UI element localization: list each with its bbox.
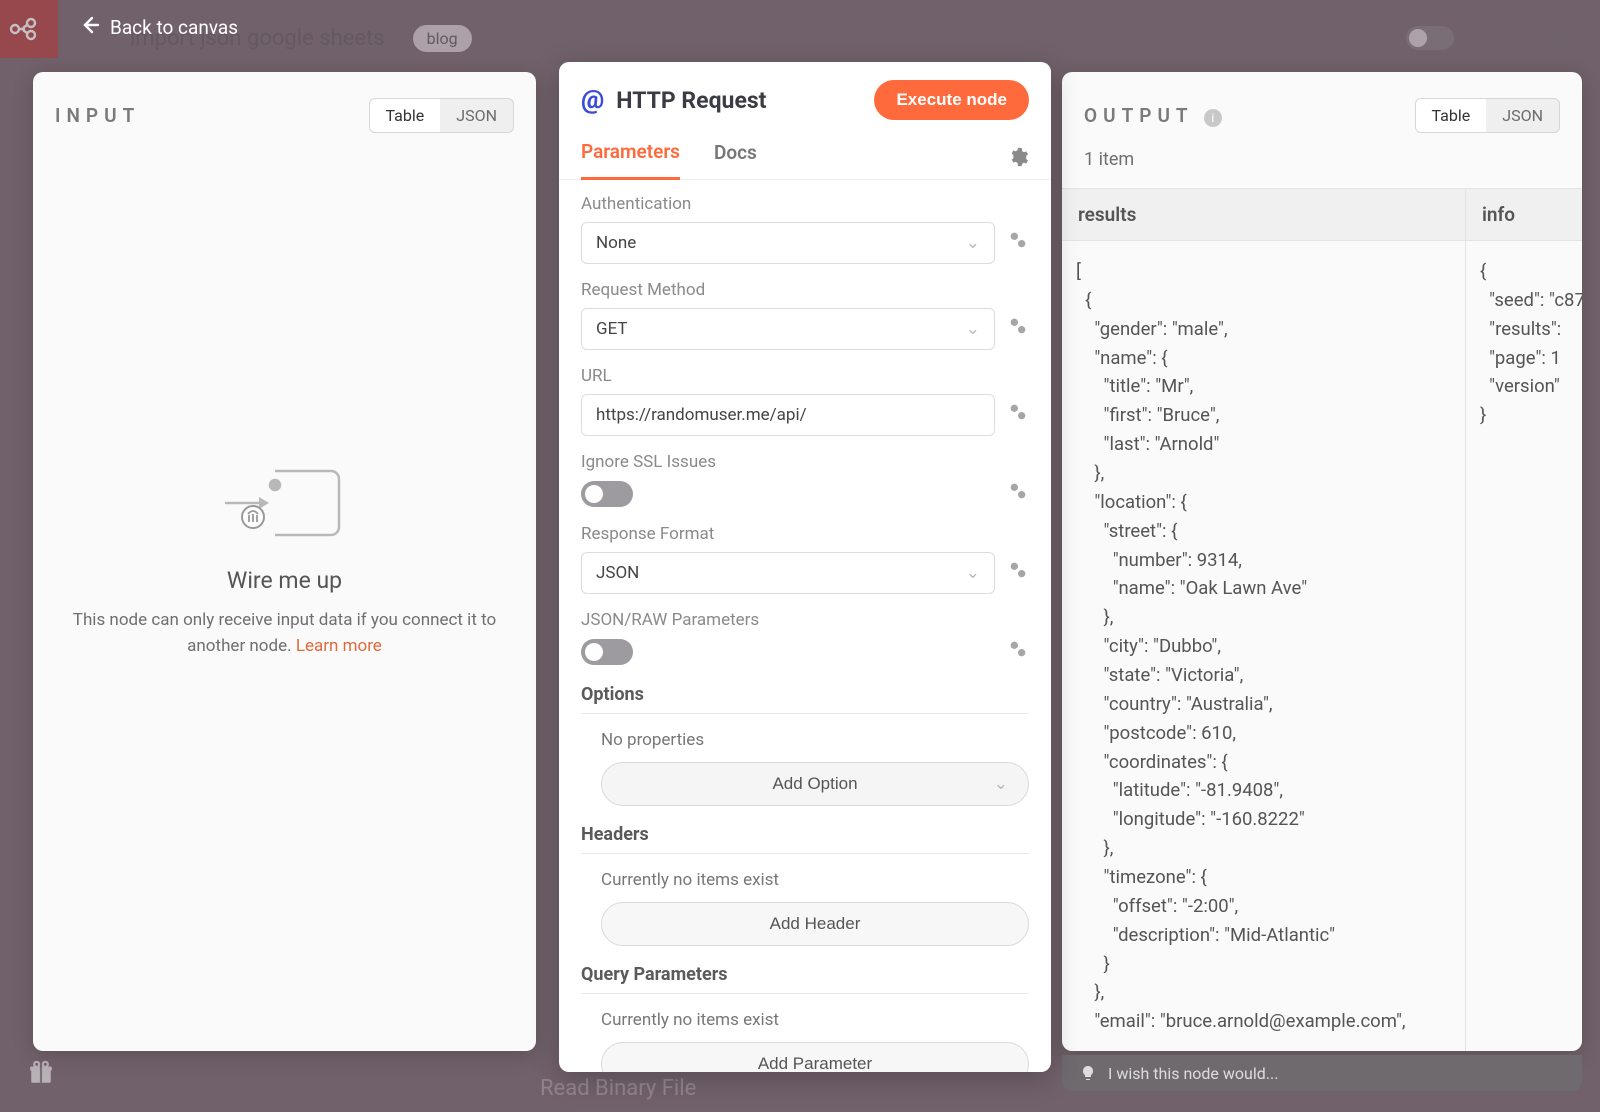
input-view-toggle: Table JSON — [369, 98, 514, 133]
execute-node-button[interactable]: Execute node — [874, 80, 1029, 120]
format-select[interactable]: JSON ⌄ — [581, 552, 995, 594]
output-view-toggle: Table JSON — [1415, 98, 1560, 133]
gift-icon[interactable] — [28, 1060, 54, 1093]
output-title: OUTPUT — [1084, 104, 1194, 127]
output-col-results[interactable]: results — [1062, 188, 1465, 241]
chevron-down-icon: ⌄ — [966, 319, 980, 339]
method-value: GET — [596, 319, 628, 339]
output-info-json[interactable]: { "seed": "c87ea9cc "results": "page": 1… — [1466, 241, 1582, 446]
output-item-count: 1 item — [1062, 143, 1582, 170]
wish-text: I wish this node would... — [1108, 1064, 1278, 1083]
url-value: https://randomuser.me/api/ — [596, 405, 807, 425]
input-panel: INPUT Table JSON Wire me up This node ca… — [33, 72, 536, 1051]
output-tab-table[interactable]: Table — [1416, 99, 1487, 132]
wish-bar[interactable]: I wish this node would... — [1062, 1055, 1582, 1091]
method-label: Request Method — [581, 280, 1029, 300]
back-label: Back to canvas — [110, 16, 238, 39]
raw-toggle[interactable] — [581, 639, 633, 665]
input-empty-sub: This node can only receive input data if… — [73, 610, 496, 656]
input-tab-json[interactable]: JSON — [440, 99, 513, 132]
param-gear-icon[interactable] — [1007, 559, 1029, 587]
ssl-toggle[interactable] — [581, 481, 633, 507]
node-settings-icon[interactable] — [1007, 146, 1029, 174]
add-header-label: Add Header — [770, 914, 861, 934]
back-to-canvas[interactable]: Back to canvas — [80, 15, 238, 40]
arrow-left-icon — [80, 15, 100, 40]
add-parameter-button[interactable]: Add Parameter — [601, 1042, 1029, 1072]
node-title[interactable]: HTTP Request — [616, 87, 766, 114]
output-tab-json[interactable]: JSON — [1486, 99, 1559, 132]
auth-label: Authentication — [581, 194, 1029, 214]
method-select[interactable]: GET ⌄ — [581, 308, 995, 350]
wire-icon — [215, 463, 355, 543]
chevron-down-icon: ⌄ — [966, 563, 980, 583]
tab-docs[interactable]: Docs — [714, 141, 757, 178]
node-editor: @ HTTP Request Execute node Parameters D… — [559, 62, 1051, 1072]
url-label: URL — [581, 366, 1029, 386]
output-results-json[interactable]: [ { "gender": "male", "name": { "title":… — [1062, 241, 1465, 1051]
format-label: Response Format — [581, 524, 1029, 544]
query-label: Query Parameters — [581, 964, 1029, 994]
format-value: JSON — [596, 563, 639, 583]
headers-label: Headers — [581, 824, 1029, 854]
param-gear-icon[interactable] — [1007, 638, 1029, 666]
tab-parameters[interactable]: Parameters — [581, 140, 680, 180]
options-empty: No properties — [581, 716, 1029, 762]
options-label: Options — [581, 684, 1029, 714]
query-empty: Currently no items exist — [581, 996, 1029, 1042]
output-panel: OUTPUT i Table JSON 1 item results [ { "… — [1062, 72, 1582, 1051]
headers-empty: Currently no items exist — [581, 856, 1029, 902]
chevron-down-icon: ⌄ — [994, 774, 1008, 794]
output-col-info[interactable]: info — [1466, 188, 1582, 241]
lightbulb-icon — [1080, 1065, 1096, 1081]
ssl-label: Ignore SSL Issues — [581, 452, 1029, 472]
auth-value: None — [596, 233, 636, 253]
param-gear-icon[interactable] — [1007, 480, 1029, 508]
input-empty-title: Wire me up — [227, 567, 342, 594]
add-header-button[interactable]: Add Header — [601, 902, 1029, 946]
add-option-button[interactable]: Add Option ⌄ — [601, 762, 1029, 806]
param-gear-icon[interactable] — [1007, 315, 1029, 343]
http-at-icon: @ — [581, 85, 604, 115]
add-option-label: Add Option — [772, 774, 857, 794]
input-tab-table[interactable]: Table — [370, 99, 441, 132]
raw-label: JSON/RAW Parameters — [581, 610, 1029, 630]
learn-more-link[interactable]: Learn more — [296, 636, 382, 656]
param-gear-icon[interactable] — [1007, 229, 1029, 257]
auth-select[interactable]: None ⌄ — [581, 222, 995, 264]
param-gear-icon[interactable] — [1007, 401, 1029, 429]
chevron-down-icon: ⌄ — [966, 233, 980, 253]
info-icon[interactable]: i — [1204, 109, 1222, 127]
url-input[interactable]: https://randomuser.me/api/ — [581, 394, 995, 436]
input-title: INPUT — [55, 104, 140, 127]
add-parameter-label: Add Parameter — [758, 1054, 872, 1072]
canvas-node-label: Read Binary File — [540, 1076, 696, 1101]
